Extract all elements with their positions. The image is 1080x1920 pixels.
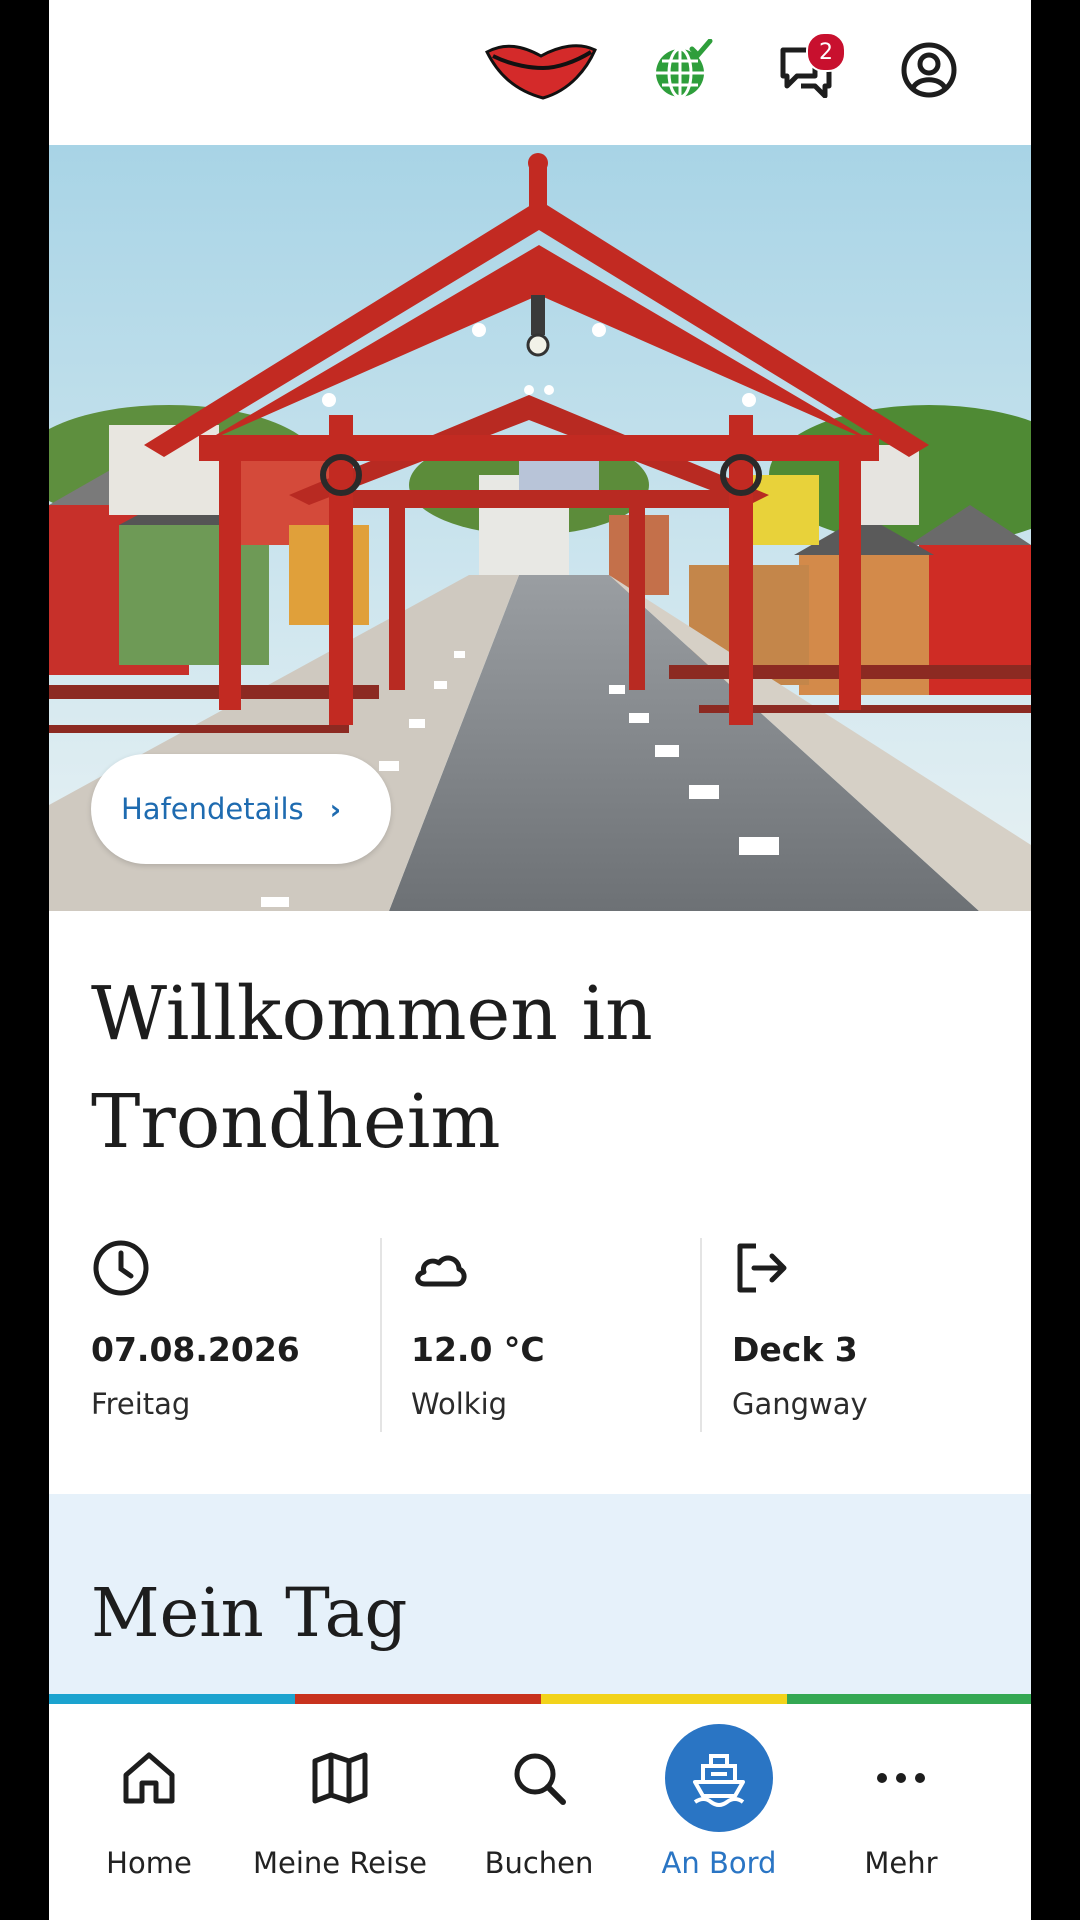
color-stripe-yellow [541,1694,787,1704]
cloud-icon [411,1238,471,1298]
weather-label: Wolkig [411,1387,508,1421]
hero-port-image: Hafendetails › [49,145,1031,911]
color-stripe-red [295,1694,541,1704]
date-value: 07.08.2026 [91,1330,300,1369]
chevron-right-icon: › [329,792,342,826]
welcome-line-1: Willkommen in [91,971,653,1057]
nav-more-label: Mehr [864,1846,938,1880]
nav-home-label: Home [106,1846,192,1880]
home-icon [95,1724,203,1832]
top-header: 2 [49,0,1031,145]
nav-book[interactable]: Buchen [441,1724,637,1894]
app-screen: 2 Hafendetails › Willkommen in Trondheim… [49,0,1031,1920]
globe-check-icon[interactable] [651,38,715,102]
account-icon[interactable] [897,38,961,102]
color-stripe-green [787,1694,1031,1704]
nav-home[interactable]: Home [51,1724,247,1894]
divider [380,1238,382,1432]
nav-my-trip-label: Meine Reise [252,1846,428,1880]
clock-icon [91,1238,151,1298]
more-icon [847,1724,955,1832]
info-weather: 12.0 °C Wolkig [411,1238,711,1432]
info-gangway: Deck 3 Gangway [732,1238,1031,1432]
port-details-button[interactable]: Hafendetails › [91,754,391,864]
weekday-label: Freitag [91,1387,191,1421]
chat-icon[interactable]: 2 [774,32,846,102]
info-date: 07.08.2026 Freitag [91,1238,391,1432]
search-icon [485,1724,593,1832]
my-day-title: Mein Tag [91,1574,408,1652]
deck-value: Deck 3 [732,1330,858,1369]
notification-badge: 2 [806,32,846,72]
temperature-value: 12.0 °C [411,1330,545,1369]
port-details-label: Hafendetails [121,792,304,826]
nav-on-board-label: An Bord [661,1846,777,1880]
my-day-section: Mein Tag [49,1494,1031,1694]
nav-book-label: Buchen [484,1846,594,1880]
bottom-navigation: Home Meine Reise Buchen An Bord Mehr [49,1704,1031,1920]
welcome-line-2: Trondheim [91,1079,501,1165]
divider [700,1238,702,1432]
nav-more[interactable]: Mehr [803,1724,999,1894]
gangway-label: Gangway [732,1387,868,1421]
map-icon [286,1724,394,1832]
lips-logo-icon[interactable] [481,38,601,102]
color-stripe-blue [49,1694,295,1704]
exit-icon [732,1238,792,1298]
welcome-title: Willkommen in Trondheim [91,960,991,1176]
ship-icon [665,1724,773,1832]
nav-my-trip[interactable]: Meine Reise [242,1724,438,1894]
nav-on-board[interactable]: An Bord [621,1724,817,1894]
